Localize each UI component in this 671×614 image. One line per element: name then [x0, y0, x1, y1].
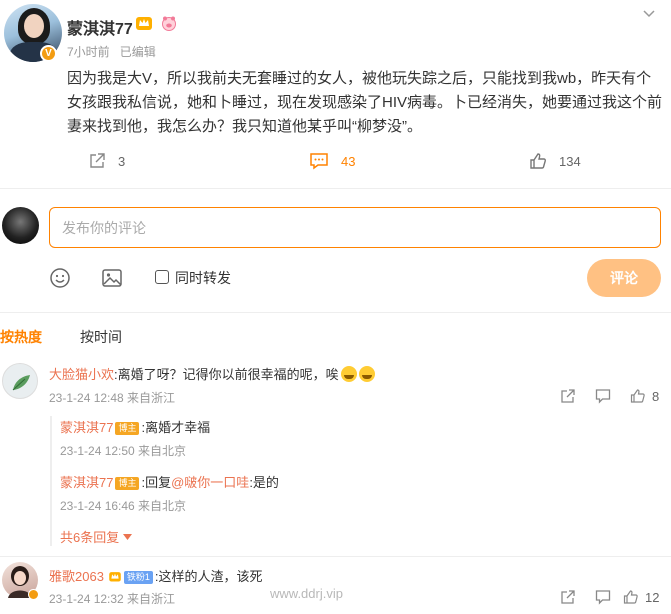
- reply-item: 蒙淇淇77 博主:离婚才幸福: [60, 417, 210, 436]
- reply-time: 23-1-24 16:46 来自北京: [60, 499, 187, 513]
- thumbs-up-icon[interactable]: [623, 589, 639, 605]
- repost-checkbox[interactable]: [155, 270, 169, 284]
- comment-text: :这样的人渣，该死: [154, 569, 263, 584]
- post-content: 因为我是大V，所以我前夫无套睡过的女人，被他玩失踪之后，只能找到我wb，昨天有个…: [67, 70, 663, 135]
- more-replies-link[interactable]: 共6条回复: [60, 527, 133, 546]
- share-icon[interactable]: [560, 589, 576, 605]
- reply-author-name[interactable]: 蒙淇淇77: [60, 420, 113, 435]
- post-time: 7小时前: [67, 45, 110, 59]
- emoji-icon[interactable]: [49, 267, 71, 289]
- caret-down-icon: [123, 534, 133, 540]
- share-count: 3: [118, 153, 126, 169]
- image-icon[interactable]: [101, 267, 123, 289]
- blogger-badge: 博主: [115, 422, 140, 435]
- comment-count: 43: [341, 153, 356, 169]
- reply-author-name[interactable]: 蒙淇淇77: [60, 475, 113, 490]
- reply-thread-line: [50, 416, 52, 546]
- comment-placeholder: 发布你的评论: [62, 219, 146, 236]
- comment-icon[interactable]: [595, 589, 611, 605]
- commenter-name[interactable]: 雅歌2063: [49, 569, 104, 584]
- like-count: 134: [559, 153, 581, 169]
- reply-text-suffix: :是的: [249, 475, 279, 490]
- pig-icon: [162, 16, 176, 31]
- comment-button[interactable]: 43: [309, 152, 355, 170]
- crown-icon: [136, 17, 152, 30]
- tab-sort-hot[interactable]: 按热度: [0, 327, 42, 347]
- comment-input[interactable]: 发布你的评论: [49, 207, 661, 248]
- reply-text-prefix: :回复: [141, 475, 172, 490]
- comment-like-count: 8: [652, 389, 660, 404]
- thumbs-up-icon: [530, 153, 546, 169]
- chevron-down-icon[interactable]: [643, 6, 655, 21]
- comment-text: :离婚了呀？记得你以前很幸福的呢，唉: [114, 367, 339, 382]
- share-button[interactable]: 3: [88, 152, 125, 170]
- fan-badge: 铁粉1: [123, 571, 153, 584]
- leaf-icon: [12, 375, 30, 391]
- reply-item: 蒙淇淇77 博主:回复@啵你一口哇:是的: [60, 472, 279, 491]
- blogger-badge: 博主: [115, 477, 140, 490]
- hug-emoji-icon: [340, 366, 357, 382]
- comment-icon: [310, 153, 328, 170]
- comment-time: 23-1-24 12:32 来自浙江: [49, 592, 176, 606]
- thumbs-up-icon[interactable]: [630, 388, 646, 404]
- divider: [0, 188, 671, 189]
- verified-badge-small: [28, 589, 39, 600]
- divider: [0, 312, 671, 313]
- comment-time: 23-1-24 12:48 来自浙江: [49, 391, 176, 405]
- commenter-avatar[interactable]: [2, 363, 38, 399]
- crown-icon: [109, 572, 121, 582]
- author-name[interactable]: 蒙淇淇77: [67, 15, 133, 39]
- comment-like-count: 12: [645, 590, 660, 605]
- comment-icon[interactable]: [595, 388, 611, 404]
- commenter-name[interactable]: 大脸猫小欢: [49, 367, 114, 382]
- repost-label: 同时转发: [175, 270, 231, 286]
- more-replies-label: 共6条回复: [60, 530, 120, 545]
- hug-emoji-icon: [358, 366, 375, 382]
- my-avatar[interactable]: [2, 207, 39, 244]
- watermark: www.ddrj.vip: [270, 586, 343, 601]
- submit-comment-button[interactable]: 评论: [587, 259, 661, 297]
- divider: [0, 556, 671, 557]
- post-meta: 7小时前 已编辑: [67, 43, 156, 60]
- mention-link[interactable]: @啵你一口哇: [171, 475, 249, 490]
- verified-badge: V: [40, 45, 57, 62]
- like-button[interactable]: 134: [529, 152, 581, 170]
- reply-text: :离婚才幸福: [141, 420, 211, 435]
- edited-label[interactable]: 已编辑: [120, 45, 156, 59]
- share-icon: [90, 153, 105, 168]
- tab-sort-time[interactable]: 按时间: [80, 327, 122, 347]
- share-icon[interactable]: [560, 388, 576, 404]
- reply-time: 23-1-24 12:50 来自北京: [60, 444, 187, 458]
- comment-item: 大脸猫小欢:离婚了呀？记得你以前很幸福的呢，唉: [49, 364, 375, 383]
- comment-item: 雅歌2063 铁粉1:这样的人渣，该死: [49, 566, 262, 585]
